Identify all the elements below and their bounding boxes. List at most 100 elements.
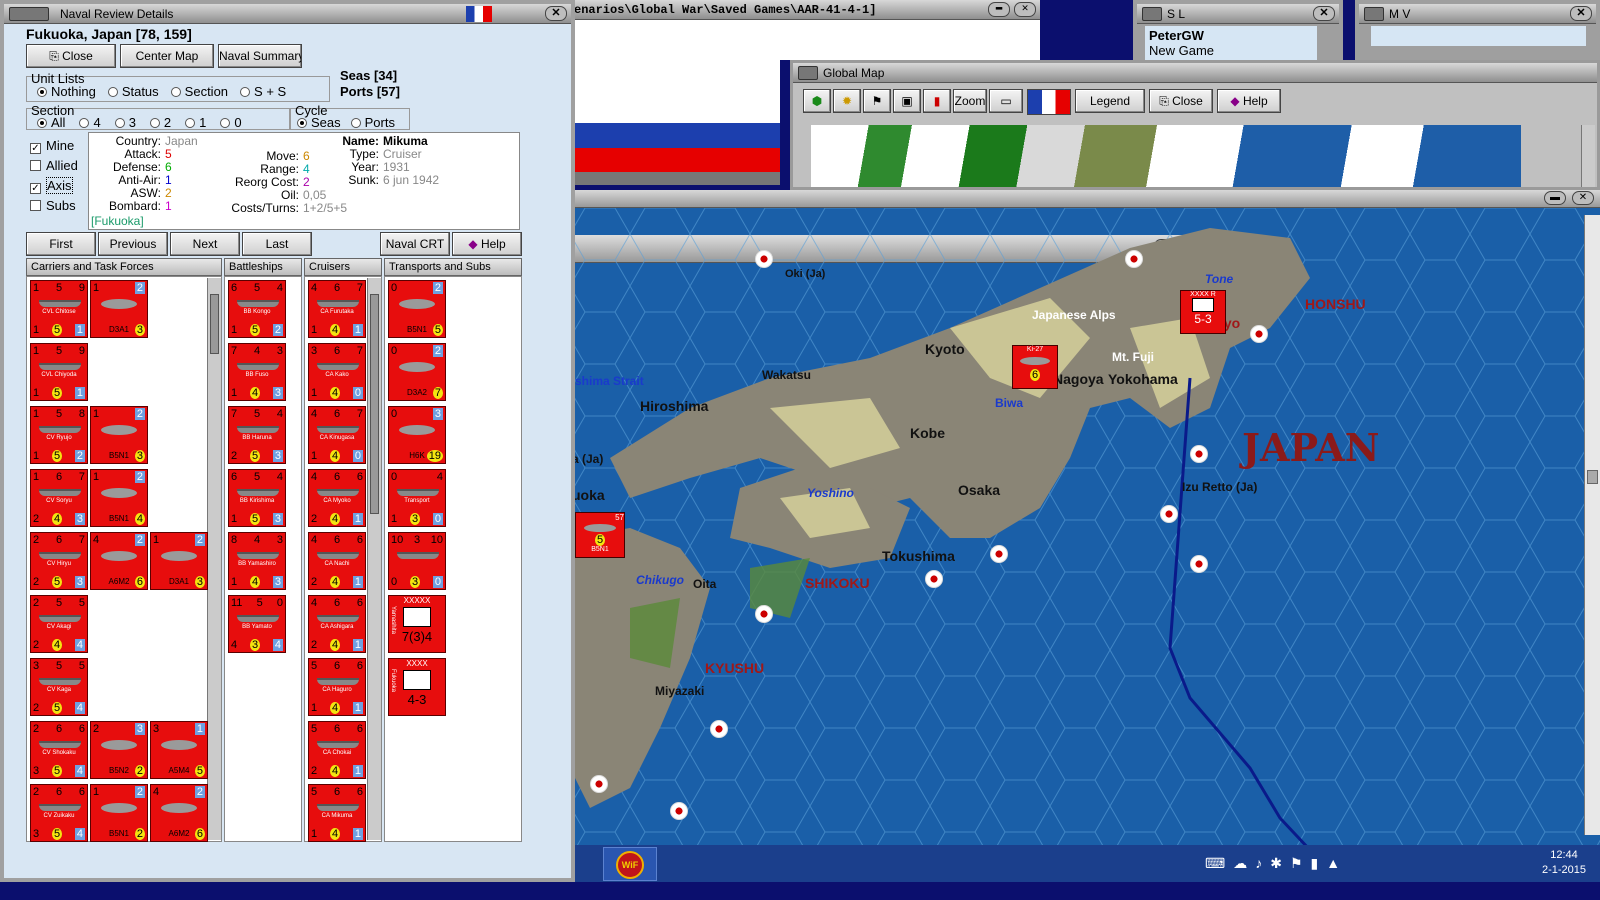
center-map-button[interactable]: Center Map (120, 44, 214, 68)
battleship-counter[interactable]: 7 5 4 BB Haruna 2 5 3 (228, 406, 286, 464)
radio-seas[interactable]: Seas (297, 115, 341, 130)
carrier-counter[interactable]: 2 6 6 CV Shokaku 3 5 4 (30, 721, 88, 779)
close-icon[interactable]: ✕ (1572, 191, 1594, 205)
transport-air-counter[interactable]: 0 2 7 D3A2 (388, 343, 446, 401)
tokyo-army-unit[interactable]: XXXX R 5-3 (1180, 290, 1226, 334)
battleship-counter[interactable]: 6 5 4 BB Kongo 1 5 2 (228, 280, 286, 338)
radio-3[interactable]: 3 (114, 115, 136, 130)
close-icon[interactable]: ✕ (545, 6, 567, 21)
radio-all[interactable]: All (37, 115, 65, 130)
cruiser-counter[interactable]: 3 6 7 CA Kako 1 4 0 (308, 343, 366, 401)
legend-button[interactable]: Legend (1075, 89, 1145, 113)
city-wakatsu[interactable]: Wakatsu (762, 368, 811, 382)
keyboard-icon[interactable]: ⌨ (1205, 855, 1233, 871)
cruiser-counter[interactable]: 4 6 7 CA Furutaka 1 4 1 (308, 280, 366, 338)
naval-crt-button[interactable]: Naval CRT (380, 232, 450, 256)
wif-app-button[interactable]: WiF (603, 847, 657, 881)
last-button[interactable]: Last (242, 232, 312, 256)
speaker-icon[interactable]: ♪ (1255, 855, 1270, 871)
air-unit-counter[interactable]: 2 3 2 B5N2 (90, 721, 148, 779)
checkbox-allied[interactable]: Allied (30, 156, 78, 176)
cruiser-counter[interactable]: 5 6 6 CA Mikuma 1 4 1 (308, 784, 366, 842)
cruiser-counter[interactable]: 4 6 7 CA Kinugasa 1 4 0 (308, 406, 366, 464)
city-nagoya[interactable]: Nagoya (1053, 371, 1104, 387)
clock[interactable]: 12:44 2-1-2015 (1542, 848, 1586, 878)
hq-counter[interactable]: XXXXX 7(3)4 Yamashita (388, 595, 446, 653)
help-button[interactable]: ◆ Help (452, 232, 522, 256)
air-unit-counter[interactable]: 1 2 4 B5N1 (90, 469, 148, 527)
radio-section[interactable]: Section (170, 84, 228, 99)
previous-button[interactable]: Previous (98, 232, 168, 256)
radio-0[interactable]: 0 (220, 115, 242, 130)
hex-tool-button[interactable]: ⬢ (803, 89, 831, 113)
battleship-counter[interactable]: 7 4 3 BB Fuso 1 4 3 (228, 343, 286, 401)
saved-game-titlebar[interactable]: enarios\Global War\Saved Games\AAR-41-4-… (570, 0, 1040, 20)
radio-4[interactable]: 4 (79, 115, 101, 130)
naval-summary-button[interactable]: Naval Summary (218, 44, 302, 68)
carrier-counter[interactable]: 1 5 8 CV Ryujo 1 5 2 (30, 406, 88, 464)
close-icon[interactable]: ✕ (1570, 6, 1592, 21)
city-tokushima[interactable]: Tokushima (882, 548, 955, 564)
city-miyazaki[interactable]: Miyazaki (655, 684, 704, 698)
radio-1[interactable]: 1 (185, 115, 206, 130)
naval-review-window[interactable]: Naval Review Details ✕ Fukuoka, Japan [7… (0, 0, 575, 882)
carrier-counter[interactable]: 1 6 7 CV Soryu 2 4 3 (30, 469, 88, 527)
carrier-counter[interactable]: 1 5 9 CVL Chiyoda 1 5 1 (30, 343, 88, 401)
fukuoka-air-unit[interactable]: 57 5 B5N1 (575, 512, 625, 558)
scroll-thumb[interactable] (210, 294, 219, 354)
main-map-window[interactable]: ▬ ✕ ✕ JAPAN HONSHU SHIKOKU KYUSHU Kyoto … (570, 190, 1600, 850)
cruiser-counter[interactable]: 5 6 6 CA Haguro 1 4 1 (308, 658, 366, 716)
carrier-counter[interactable]: 2 6 7 CV Hiryu 2 5 3 (30, 532, 88, 590)
battleship-counter[interactable]: 11 5 0 BB Yamato 4 3 4 (228, 595, 286, 653)
air-unit-counter[interactable]: 4 2 6 A6M2 (150, 784, 208, 842)
mv-window[interactable]: M V ✕ (1355, 0, 1600, 60)
cruisers-scrollbar[interactable] (367, 278, 381, 840)
carrier-counter[interactable]: 1 5 9 CVL Chitose 1 5 1 (30, 280, 88, 338)
cruiser-counter[interactable]: 4 6 6 CA Ashigara 2 4 1 (308, 595, 366, 653)
air-unit-counter[interactable]: 1 2 3 D3A1 (150, 532, 208, 590)
minimize-icon[interactable]: ▬ (1544, 191, 1566, 205)
naval-titlebar[interactable]: Naval Review Details ✕ (4, 4, 571, 24)
bluetooth-icon[interactable]: ✱ (1270, 855, 1290, 871)
nagoya-air-unit[interactable]: Ki-27 6 (1012, 345, 1058, 389)
map-scrollbar[interactable] (1584, 215, 1600, 835)
scroll-thumb[interactable] (1587, 470, 1598, 484)
cloud-icon[interactable]: ☁ (1233, 855, 1255, 871)
radio-ports[interactable]: Ports (350, 115, 395, 130)
checkbox-mine[interactable]: ✓ Mine (30, 136, 78, 156)
first-button[interactable]: First (26, 232, 96, 256)
cruiser-counter[interactable]: 5 6 6 CA Chokai 2 4 1 (308, 721, 366, 779)
air-unit-counter[interactable]: 3 1 5 A5M4 (150, 721, 208, 779)
thermometer-button[interactable]: ▮ (923, 89, 951, 113)
sl-titlebar[interactable]: S L ✕ (1137, 4, 1339, 24)
close-icon[interactable]: ✕ (1313, 6, 1335, 21)
battery-icon[interactable]: ▮ (1311, 855, 1327, 871)
global-map-scrollbar[interactable] (1581, 125, 1595, 187)
global-map-titlebar[interactable]: Global Map (793, 63, 1597, 83)
radio-s-s[interactable]: S + S (240, 84, 286, 99)
mv-titlebar[interactable]: M V ✕ (1359, 4, 1596, 24)
minimize-icon[interactable]: ▬ (988, 2, 1010, 17)
city-kyoto[interactable]: Kyoto (925, 341, 965, 357)
battleship-counter[interactable]: 6 5 4 BB Kirishima 1 5 3 (228, 469, 286, 527)
sun-tool-button[interactable]: ✹ (833, 89, 861, 113)
city-yokohama[interactable]: Yokohama (1108, 371, 1178, 387)
city-hiroshima[interactable]: Hiroshima (640, 398, 708, 414)
city-kobe[interactable]: Kobe (910, 425, 945, 441)
carrier-counter[interactable]: 2 6 6 CV Zuikaku 3 5 4 (30, 784, 88, 842)
air-unit-counter[interactable]: 4 2 6 A6M2 (90, 532, 148, 590)
scroll-thumb[interactable] (370, 294, 379, 514)
transport-counter[interactable]: 10 3 10 0 3 0 (388, 532, 446, 590)
city-oita[interactable]: Oita (693, 577, 716, 591)
cruiser-counter[interactable]: 4 6 6 CA Myoko 2 4 1 (308, 469, 366, 527)
zoom-button[interactable]: Zoom (953, 89, 987, 113)
transport-counter[interactable]: 0 4 Transport 1 3 0 (388, 469, 446, 527)
radio-status[interactable]: Status (107, 84, 159, 99)
radio-2[interactable]: 2 (149, 115, 171, 130)
global-help-button[interactable]: ◆ Help (1217, 89, 1281, 113)
flag-tool-button[interactable]: ⚑ (863, 89, 891, 113)
radio-nothing[interactable]: Nothing (37, 84, 96, 99)
flag-icon[interactable]: ⚑ (1290, 855, 1311, 871)
ruler-button[interactable]: ▭ (989, 89, 1023, 113)
saved-game-window[interactable]: enarios\Global War\Saved Games\AAR-41-4-… (570, 0, 1040, 60)
